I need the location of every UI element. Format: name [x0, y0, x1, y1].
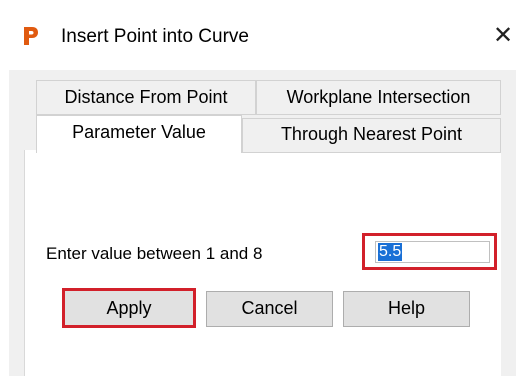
window-title: Insert Point into Curve: [61, 26, 249, 47]
tab-distance-from-point[interactable]: Distance From Point: [36, 80, 256, 115]
tab-workplane-intersection[interactable]: Workplane Intersection: [256, 80, 501, 115]
tab-parameter-value[interactable]: Parameter Value: [36, 115, 242, 153]
insert-point-dialog: Insert Point into Curve ✕ Distance From …: [0, 0, 525, 376]
app-logo-icon: [24, 27, 38, 45]
title-bar[interactable]: Insert Point into Curve ✕: [0, 0, 525, 70]
parameter-value-input[interactable]: 5.5: [375, 241, 490, 263]
cancel-button[interactable]: Cancel: [206, 291, 333, 327]
value-range-label: Enter value between 1 and 8: [46, 244, 263, 263]
close-icon[interactable]: ✕: [490, 22, 516, 50]
tab-through-nearest-point[interactable]: Through Nearest Point: [242, 118, 501, 153]
apply-button[interactable]: Apply: [62, 288, 196, 328]
selected-value-text: 5.5: [378, 243, 403, 261]
help-button[interactable]: Help: [343, 291, 470, 327]
parameter-value-field-highlight: 5.5: [362, 233, 497, 270]
